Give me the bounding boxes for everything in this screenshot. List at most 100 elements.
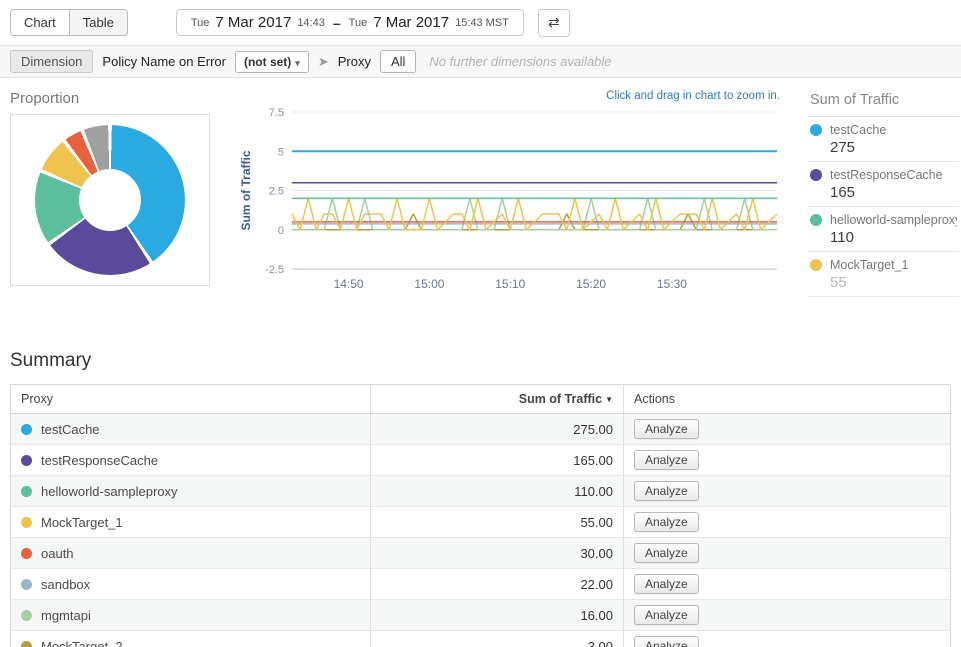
charts-row: Proportion Click and drag in chart to zo…: [0, 78, 961, 304]
summary-table: Proxy Sum of Traffic▼ Actions testCache …: [10, 384, 951, 647]
table-row: testResponseCache 165.00 Analyze: [11, 445, 951, 476]
traffic-value: 275.00: [371, 414, 624, 445]
dimension-bar: Dimension Policy Name on Error (not set)…: [0, 45, 961, 78]
policy-dimension-label: Policy Name on Error: [102, 54, 226, 69]
proxy-color-dot: [21, 579, 32, 590]
svg-text:15:30: 15:30: [657, 277, 687, 291]
traffic-value: 165.00: [371, 445, 624, 476]
proxy-name: MockTarget_1: [41, 515, 123, 530]
svg-text:5: 5: [278, 146, 284, 158]
traffic-value: 55.00: [371, 507, 624, 538]
date-range-dash: –: [331, 15, 343, 31]
chart-tab[interactable]: Chart: [10, 9, 70, 36]
legend-item[interactable]: testCache 275: [808, 117, 959, 162]
traffic-value: 30.00: [371, 538, 624, 569]
column-header-traffic[interactable]: Sum of Traffic▼: [371, 385, 624, 414]
svg-text:2.5: 2.5: [269, 186, 284, 198]
table-row: helloworld-sampleproxy 110.00 Analyze: [11, 476, 951, 507]
proxy-color-dot: [21, 486, 32, 497]
proxy-name: sandbox: [41, 577, 90, 592]
line-chart[interactable]: -2.502.557.514:5015:0015:1015:2015:30Sum…: [232, 104, 787, 299]
analyze-button[interactable]: Analyze: [634, 543, 699, 563]
svg-text:15:10: 15:10: [495, 277, 525, 291]
table-row: mgmtapi 16.00 Analyze: [11, 600, 951, 631]
no-dimensions-text: No further dimensions available: [429, 54, 611, 69]
proxy-name: testCache: [41, 422, 100, 437]
summary-title: Summary: [10, 350, 951, 372]
top-toolbar: Chart Table Tue 7 Mar 2017 14:43 – Tue 7…: [0, 0, 961, 45]
traffic-value: 3.00: [371, 631, 624, 647]
legend-item[interactable]: helloworld-sampleproxy 110: [808, 207, 959, 252]
proxy-color-dot: [21, 610, 32, 621]
table-row: testCache 275.00 Analyze: [11, 414, 951, 445]
table-tab[interactable]: Table: [70, 9, 128, 36]
legend-title: Sum of Traffic: [808, 90, 959, 117]
summary-section: Summary Proxy Sum of Traffic▼ Actions te…: [0, 350, 961, 647]
svg-text:15:20: 15:20: [576, 277, 606, 291]
legend-proxy-name: testResponseCache: [830, 168, 943, 182]
legend-color-dot: [810, 259, 822, 271]
analyze-button[interactable]: Analyze: [634, 605, 699, 625]
svg-text:0: 0: [278, 225, 284, 237]
analyze-button[interactable]: Analyze: [634, 481, 699, 501]
proxy-dimension-label: Proxy: [338, 54, 371, 69]
legend-traffic-value: 165: [830, 184, 957, 201]
proxy-name: MockTarget_2: [41, 639, 123, 647]
column-header-actions: Actions: [624, 385, 951, 414]
start-date: 7 Mar 2017: [215, 14, 291, 31]
policy-value-dropdown[interactable]: (not set) ▾: [235, 51, 309, 73]
refresh-button[interactable]: ⇄: [538, 9, 570, 37]
analyze-button[interactable]: Analyze: [634, 574, 699, 594]
drilldown-arrow-icon: ➤: [318, 54, 329, 70]
proxy-name: helloworld-sampleproxy: [41, 484, 178, 499]
svg-text:14:50: 14:50: [334, 277, 364, 291]
date-range-picker[interactable]: Tue 7 Mar 2017 14:43 – Tue 7 Mar 2017 15…: [176, 9, 524, 36]
table-row: sandbox 22.00 Analyze: [11, 569, 951, 600]
proportion-panel: Proportion: [10, 90, 210, 286]
donut-chart-panel: [10, 114, 210, 286]
sort-caret-icon: ▼: [605, 395, 613, 404]
proxy-color-dot: [21, 641, 32, 647]
proxy-color-dot: [21, 548, 32, 559]
legend-panel: Sum of Traffic testCache 275 testRespons…: [808, 90, 961, 297]
analyze-button[interactable]: Analyze: [634, 636, 699, 647]
start-time: 14:43: [297, 17, 325, 29]
donut-hole: [79, 169, 141, 231]
legend-color-dot: [810, 124, 822, 136]
legend-traffic-value: 110: [830, 229, 957, 246]
proxy-color-dot: [21, 517, 32, 528]
table-row: MockTarget_1 55.00 Analyze: [11, 507, 951, 538]
policy-value: (not set): [244, 55, 291, 69]
donut-chart[interactable]: [35, 125, 185, 275]
line-chart-panel: Click and drag in chart to zoom in. -2.5…: [232, 90, 792, 304]
legend-item[interactable]: testResponseCache 165: [808, 162, 959, 207]
table-row: oauth 30.00 Analyze: [11, 538, 951, 569]
end-date: 7 Mar 2017: [373, 14, 449, 31]
table-row: MockTarget_2 3.00 Analyze: [11, 631, 951, 647]
analyze-button[interactable]: Analyze: [634, 419, 699, 439]
proportion-title: Proportion: [10, 90, 210, 107]
analyze-button[interactable]: Analyze: [634, 512, 699, 532]
view-toggle: Chart Table: [10, 9, 128, 36]
column-header-proxy[interactable]: Proxy: [11, 385, 371, 414]
analyze-button[interactable]: Analyze: [634, 450, 699, 470]
proxy-value-button[interactable]: All: [380, 50, 416, 73]
legend-proxy-name: testCache: [830, 123, 886, 137]
legend-traffic-value: 55: [830, 274, 957, 291]
dimension-button[interactable]: Dimension: [10, 50, 93, 73]
traffic-value: 16.00: [371, 600, 624, 631]
legend-proxy-name: helloworld-sampleproxy: [830, 213, 957, 227]
chevron-down-icon: ▾: [295, 58, 300, 68]
svg-text:-2.5: -2.5: [265, 264, 284, 276]
proxy-name: oauth: [41, 546, 74, 561]
svg-text:15:00: 15:00: [414, 277, 444, 291]
start-day: Tue: [191, 17, 210, 29]
legend-color-dot: [810, 169, 822, 181]
traffic-value: 110.00: [371, 476, 624, 507]
legend-traffic-value: 275: [830, 139, 957, 156]
proxy-color-dot: [21, 455, 32, 466]
proxy-name: mgmtapi: [41, 608, 91, 623]
end-day: Tue: [349, 17, 368, 29]
legend-color-dot: [810, 214, 822, 226]
legend-item[interactable]: MockTarget_1 55: [808, 252, 959, 297]
